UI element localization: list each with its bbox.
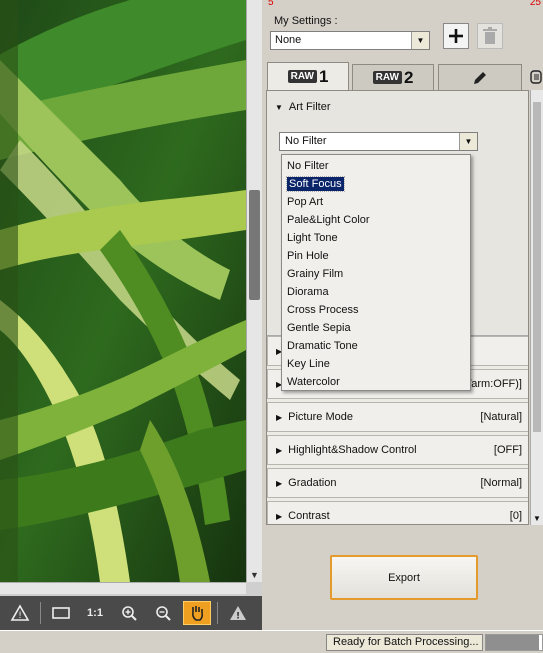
photo-preview[interactable] xyxy=(0,0,246,582)
art-filter-option-label: Key Line xyxy=(287,358,330,370)
art-filter-option-label: Pin Hole xyxy=(287,250,329,262)
art-filter-option[interactable]: Light Tone xyxy=(282,229,470,247)
raw-badge: RAW xyxy=(372,71,402,84)
art-filter-option[interactable]: No Filter xyxy=(282,157,470,175)
section-value: [Natural] xyxy=(480,411,522,423)
raw-badge: RAW xyxy=(287,70,317,83)
collapse-triangle-icon: ▼ xyxy=(275,102,283,112)
art-filter-option[interactable]: Soft Focus xyxy=(282,175,470,193)
art-filter-dropdown-list: No Filter Soft Focus Pop Art Pale&Light Col… xyxy=(281,154,471,391)
art-filter-option[interactable]: Pin Hole xyxy=(282,247,470,265)
art-filter-option-label: Cross Process xyxy=(287,304,359,316)
status-progress-fill xyxy=(486,635,540,650)
trash-icon xyxy=(483,27,497,44)
expand-triangle-icon: ▶ xyxy=(276,478,283,488)
art-filter-option[interactable]: Gentle Sepia xyxy=(282,319,470,337)
settings-scroll-thumb[interactable] xyxy=(533,102,541,432)
art-filter-value: No Filter xyxy=(285,135,327,147)
section-contrast[interactable]: ▶ Contrast [0] xyxy=(267,501,528,524)
viewer-horizontal-scrollbar[interactable] xyxy=(0,582,246,594)
art-filter-option-label: Diorama xyxy=(287,286,329,298)
image-viewer: ▼ xyxy=(0,0,262,600)
tab-raw-2[interactable]: RAW 2 xyxy=(352,64,434,90)
art-filter-option-label: No Filter xyxy=(287,160,329,172)
warning-icon[interactable]: ! xyxy=(224,601,252,625)
tab-number: 1 xyxy=(318,66,329,86)
actual-size-label: 1:1 xyxy=(87,607,103,619)
hand-tool-icon[interactable] xyxy=(183,601,211,625)
art-filter-option[interactable]: Diorama xyxy=(282,283,470,301)
toolbar-divider xyxy=(217,602,218,624)
section-picture-mode[interactable]: ▶ Picture Mode [Natural] xyxy=(267,402,528,432)
viewer-vertical-scrollbar[interactable]: ▼ xyxy=(246,0,262,582)
expand-triangle-icon: ▶ xyxy=(276,412,283,422)
warning-rotate-icon[interactable]: ! xyxy=(6,601,34,625)
expand-triangle-icon: ▶ xyxy=(276,511,283,521)
art-filter-option[interactable]: Cross Process xyxy=(282,301,470,319)
art-filter-option-label: Pale&Light Color xyxy=(287,214,370,226)
section-gradation[interactable]: ▶ Gradation [Normal] xyxy=(267,468,528,498)
chevron-down-icon[interactable]: ▼ xyxy=(411,32,429,49)
section-highlight-shadow[interactable]: ▶ Highlight&Shadow Control [OFF] xyxy=(267,435,528,465)
my-settings-select[interactable]: None ▼ xyxy=(270,31,430,50)
scroll-down-arrow-icon[interactable]: ▼ xyxy=(533,514,541,523)
art-filter-option-label: Soft Focus xyxy=(286,176,345,192)
section-value: [Normal] xyxy=(480,477,522,489)
art-filter-option-label: Grainy Film xyxy=(287,268,344,280)
art-filter-option-label: Pop Art xyxy=(287,196,324,208)
my-settings-value: None xyxy=(275,34,302,46)
svg-text:!: ! xyxy=(236,612,240,622)
corner-indicator-left: 5 xyxy=(268,0,274,8)
status-bar: Ready for Batch Processing... xyxy=(0,630,543,653)
art-filter-header[interactable]: ▼ Art Filter xyxy=(267,91,528,123)
section-label: Contrast xyxy=(288,510,330,522)
art-filter-option[interactable]: Grainy Film xyxy=(282,265,470,283)
section-value: [0] xyxy=(509,510,522,522)
export-button[interactable]: Export xyxy=(330,555,478,600)
section-value: [OFF] xyxy=(493,444,522,456)
tab-edit[interactable] xyxy=(438,64,522,90)
corner-indicator-right: 25 xyxy=(529,0,541,8)
art-filter-select[interactable]: No Filter ▼ xyxy=(279,132,478,151)
art-filter-option[interactable]: Pop Art xyxy=(282,193,470,211)
settings-vertical-scrollbar[interactable]: ▼ xyxy=(530,90,543,525)
art-filter-option[interactable]: Pale&Light Color xyxy=(282,211,470,229)
fit-screen-icon[interactable] xyxy=(47,601,75,625)
tab-list-icon[interactable] xyxy=(524,66,543,88)
svg-text:!: ! xyxy=(18,611,22,621)
art-filter-option[interactable]: Dramatic Tone xyxy=(282,337,470,355)
expand-triangle-icon: ▶ xyxy=(276,445,283,455)
tab-raw-1[interactable]: RAW 1 xyxy=(267,62,349,90)
status-text: Ready for Batch Processing... xyxy=(326,634,483,651)
section-label: Gradation xyxy=(288,477,337,489)
art-filter-title: Art Filter xyxy=(288,101,331,113)
plus-icon xyxy=(449,29,463,43)
art-filter-option-label: Dramatic Tone xyxy=(287,340,358,352)
toolbar-divider xyxy=(40,602,41,624)
pencil-icon xyxy=(474,71,486,84)
section-label: Highlight&Shadow Control xyxy=(288,444,417,456)
art-filter-option-label: Light Tone xyxy=(287,232,338,244)
scroll-down-arrow-icon[interactable]: ▼ xyxy=(250,570,259,580)
zoom-in-icon[interactable] xyxy=(115,601,143,625)
chevron-down-icon[interactable]: ▼ xyxy=(459,133,477,150)
section-label: Picture Mode xyxy=(288,411,353,423)
tab-number: 2 xyxy=(403,67,414,87)
art-filter-option[interactable]: Key Line xyxy=(282,355,470,373)
my-settings-label: My Settings : xyxy=(274,15,338,27)
actual-size-button[interactable]: 1:1 xyxy=(81,601,109,625)
viewer-toolbar: ! 1:1 ! xyxy=(0,596,262,630)
delete-setting-button[interactable] xyxy=(477,23,503,49)
zoom-out-icon[interactable] xyxy=(149,601,177,625)
art-filter-option[interactable]: Watercolor xyxy=(282,373,470,391)
export-label: Export xyxy=(388,571,420,584)
status-progress-bar xyxy=(485,634,543,651)
viewer-scroll-thumb[interactable] xyxy=(249,190,260,300)
art-filter-option-label: Gentle Sepia xyxy=(287,322,351,334)
art-filter-option-label: Watercolor xyxy=(287,376,340,388)
photo-leaves xyxy=(0,0,246,582)
add-setting-button[interactable] xyxy=(443,23,469,49)
